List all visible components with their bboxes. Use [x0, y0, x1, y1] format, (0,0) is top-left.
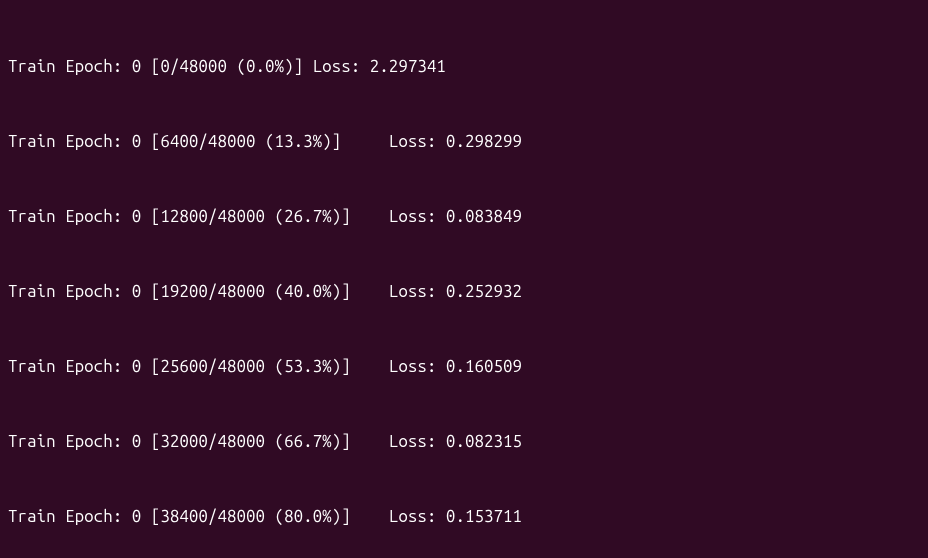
log-line: Train Epoch: 0 [25600/48000 (53.3%)] Los…	[8, 354, 920, 379]
log-line: Train Epoch: 0 [12800/48000 (26.7%)] Los…	[8, 204, 920, 229]
terminal-output: Train Epoch: 0 [0/48000 (0.0%)] Loss: 2.…	[0, 0, 928, 558]
log-line: Train Epoch: 0 [6400/48000 (13.3%)] Loss…	[8, 129, 920, 154]
log-line: Train Epoch: 0 [32000/48000 (66.7%)] Los…	[8, 429, 920, 454]
log-line: Train Epoch: 0 [19200/48000 (40.0%)] Los…	[8, 279, 920, 304]
log-line: Train Epoch: 0 [38400/48000 (80.0%)] Los…	[8, 504, 920, 529]
log-line: Train Epoch: 0 [0/48000 (0.0%)] Loss: 2.…	[8, 54, 920, 79]
